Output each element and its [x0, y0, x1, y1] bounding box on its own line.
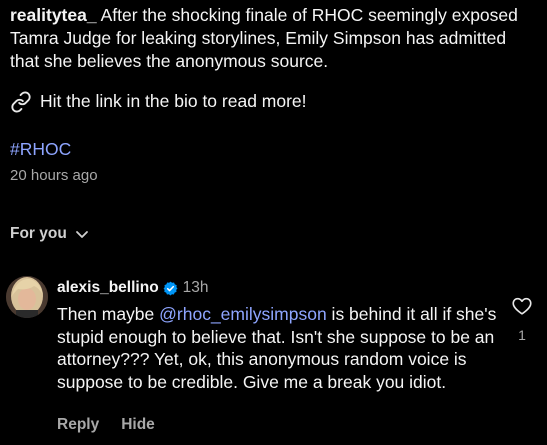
caption-cta: Hit the link in the bio to read more!: [10, 90, 307, 113]
comment-header: alexis_bellino 13h: [57, 278, 209, 298]
comment-text-before: Then maybe: [57, 304, 160, 324]
comments-sort-dropdown[interactable]: For you: [10, 224, 89, 244]
avatar[interactable]: [6, 276, 48, 318]
link-icon: [11, 90, 31, 113]
post-caption: realitytea_ After the shocking finale of …: [10, 4, 530, 73]
verified-badge-icon: [163, 281, 178, 295]
comment-actions: Reply Hide: [57, 415, 155, 435]
hide-button[interactable]: Hide: [121, 415, 155, 435]
sort-label: For you: [10, 225, 67, 242]
mention-link[interactable]: @rhoc_emilysimpson: [159, 304, 327, 324]
hashtag-link[interactable]: #RHOC: [10, 138, 71, 161]
avatar-image: [6, 276, 48, 318]
post-timestamp: 20 hours ago: [10, 167, 98, 184]
post-username[interactable]: realitytea_: [10, 5, 97, 25]
chevron-down-icon: [75, 231, 88, 238]
comment-like: 1: [509, 295, 535, 343]
heart-icon[interactable]: [511, 295, 533, 317]
comment-time: 13h: [182, 279, 209, 296]
reply-button[interactable]: Reply: [57, 415, 99, 435]
comment-username[interactable]: alexis_bellino: [57, 278, 159, 298]
cta-text: Hit the link in the bio to read more!: [40, 91, 307, 111]
like-count: 1: [518, 327, 526, 343]
comment-text: Then maybe @rhoc_emilysimpson is behind …: [57, 303, 502, 393]
